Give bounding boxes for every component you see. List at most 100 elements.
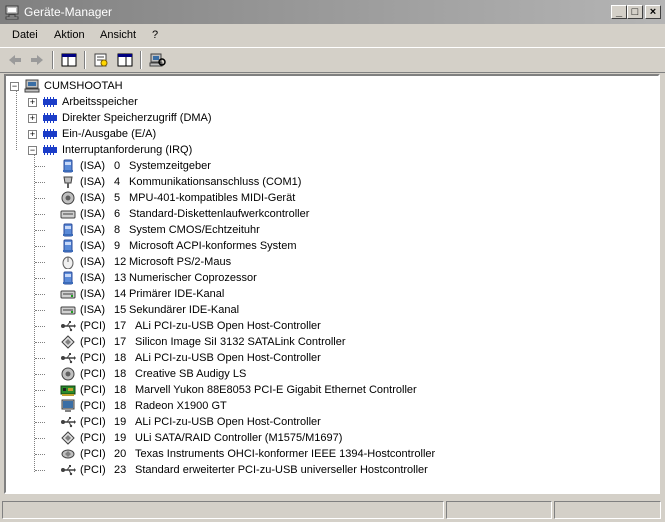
toolbar [0,47,665,73]
expand-icon[interactable]: + [28,114,37,123]
port-icon [63,176,73,188]
device-row[interactable]: (PCI) 18 Creative SB Audigy LS [8,366,648,382]
device-row[interactable]: (PCI) 19 ALi PCI-zu-USB Open Host-Controll… [8,414,648,430]
scsi-icon [61,431,75,445]
device-name: ALi PCI-zu-USB Open Host-Controller [135,320,321,332]
toolbar-separator [140,51,142,69]
device-row[interactable]: (PCI) 19 ULi SATA/RAID Controller (M1575/M… [8,430,648,446]
device-tree[interactable]: − CUMSHOOTAH + Arbeitsspeicher + Direkte… [4,74,660,494]
menu-help[interactable]: ? [152,29,158,41]
device-irq-number: 23 [114,464,127,476]
device-row[interactable]: (ISA) 6 Standard-Diskettenlaufwerkcontroll… [8,206,648,222]
device-bus: (PCI) [80,464,106,476]
device-row[interactable]: (ISA) 8 System CMOS/Echtzeituhr [8,222,648,238]
status-bar [0,498,665,522]
minimize-icon: _ [615,6,623,18]
minimize-button[interactable]: _ [611,5,627,19]
device-row[interactable]: (ISA) 15 Sekundärer IDE-Kanal [8,302,648,318]
device-bus: (ISA) [80,208,106,220]
device-irq-number: 15 [114,304,127,316]
memory-icon [43,145,57,155]
tree-guide-line [35,406,45,407]
memory-icon [43,129,57,139]
device-row[interactable]: (PCI) 17 ALi PCI-zu-USB Open Host-Controll… [8,318,648,334]
device-row[interactable]: (ISA) 13 Numerischer Coprozessor [8,270,648,286]
device-irq-number: 8 [114,224,121,236]
device-row[interactable]: (PCI) 20 Texas Instruments OHCI-konformer … [8,446,648,462]
collapse-icon[interactable]: − [10,82,19,91]
help-pane-icon[interactable] [116,52,134,68]
device-irq-number: 12 [114,256,127,268]
device-row[interactable]: (ISA) 9 Microsoft ACPI-konformes System [8,238,648,254]
device-name: ULi SATA/RAID Controller (M1575/M1697) [135,432,343,444]
forward-arrow-icon[interactable] [28,52,46,68]
device-row[interactable]: (PCI) 18 Radeon X1900 GT [8,398,648,414]
tree-guide-line [35,262,45,263]
display-icon [61,399,75,412]
device-bus: (PCI) [80,448,106,460]
device-irq-number: 5 [114,192,121,204]
device-name: MPU-401-kompatibles MIDI-Gerät [129,192,296,204]
device-bus: (PCI) [80,336,106,348]
device-name: Marvell Yukon 88E8053 PCI-E Gigabit Ethe… [135,384,417,396]
close-icon: × [649,6,657,18]
category-label: Direkter Speicherzugriff (DMA) [62,112,212,124]
floppy-controller-icon [60,210,76,219]
network-icon [60,385,76,396]
device-name: Radeon X1900 GT [135,400,227,412]
device-row[interactable]: (PCI) 18 ALi PCI-zu-USB Open Host-Controll… [8,350,648,366]
device-irq-number: 14 [114,288,127,300]
device-row[interactable]: (ISA) 12 Microsoft PS/2-Maus [8,254,648,270]
title-bar[interactable]: Geräte-Manager _ □ × [0,0,665,24]
system-icon [63,159,73,173]
device-row[interactable]: (PCI) 18 Marvell Yukon 88E8053 PCI-E Gigab… [8,382,648,398]
device-irq-number: 20 [114,448,127,460]
device-row[interactable]: (PCI) 17 Silicon Image SiI 3132 SATALink C… [8,334,648,350]
maximize-button[interactable]: □ [627,5,643,19]
device-bus: (ISA) [80,176,106,188]
tree-category-dma[interactable]: + Direkter Speicherzugriff (DMA) [8,110,648,126]
ide-icon [60,306,76,315]
device-name: Standard-Diskettenlaufwerkcontroller [129,208,310,220]
device-row[interactable]: (ISA) 4 Kommunikationsanschluss (COM1) [8,174,648,190]
show-hide-console-tree-icon[interactable] [60,52,78,68]
menu-datei[interactable]: Datei [12,29,38,41]
device-row[interactable]: (ISA) 14 Primärer IDE-Kanal [8,286,648,302]
properties-icon[interactable] [92,52,110,68]
device-irq-number: 4 [114,176,121,188]
expand-icon[interactable]: + [28,130,37,139]
device-row[interactable]: (PCI) 23 Standard erweiterter PCI-zu-USB u… [8,462,648,478]
scsi-icon [61,335,75,349]
ide-icon [60,290,76,299]
menu-ansicht[interactable]: Ansicht [100,29,136,41]
expand-icon[interactable]: + [28,98,37,107]
mouse-icon [62,256,74,269]
device-name: Texas Instruments OHCI-konformer IEEE 13… [135,448,436,460]
device-row[interactable]: (ISA) 0 Systemzeitgeber [8,158,648,174]
device-manager-window: Geräte-Manager _ □ × Datei Aktion Ansich… [0,0,665,522]
collapse-icon[interactable]: − [28,146,37,155]
tree-root-node[interactable]: − CUMSHOOTAH [8,78,648,94]
status-pane-main [2,501,444,519]
device-irq-number: 6 [114,208,121,220]
close-button[interactable]: × [645,5,661,19]
tree-category-irq[interactable]: − Interruptanforderung (IRQ) [8,142,648,158]
status-pane-2 [446,501,552,519]
device-bus: (ISA) [80,192,106,204]
tree-guide-line [35,342,45,343]
device-irq-number: 18 [114,352,127,364]
tree-category-arbeitsspeicher[interactable]: + Arbeitsspeicher [8,94,648,110]
menu-aktion[interactable]: Aktion [54,29,85,41]
back-arrow-icon[interactable] [6,52,24,68]
system-icon [63,271,73,285]
computer-icon [24,79,40,93]
window-title: Geräte-Manager [24,5,113,19]
scan-hardware-icon[interactable] [148,52,166,68]
menu-bar: Datei Aktion Ansicht ? [0,24,665,46]
device-name: Numerischer Coprozessor [129,272,257,284]
tree-category-io[interactable]: + Ein-/Ausgabe (E/A) [8,126,648,142]
device-row[interactable]: (ISA) 5 MPU-401-kompatibles MIDI-Gerät [8,190,648,206]
device-name: Systemzeitgeber [129,160,211,172]
tree-guide-line [35,230,45,231]
tree-guide-line [35,326,45,327]
